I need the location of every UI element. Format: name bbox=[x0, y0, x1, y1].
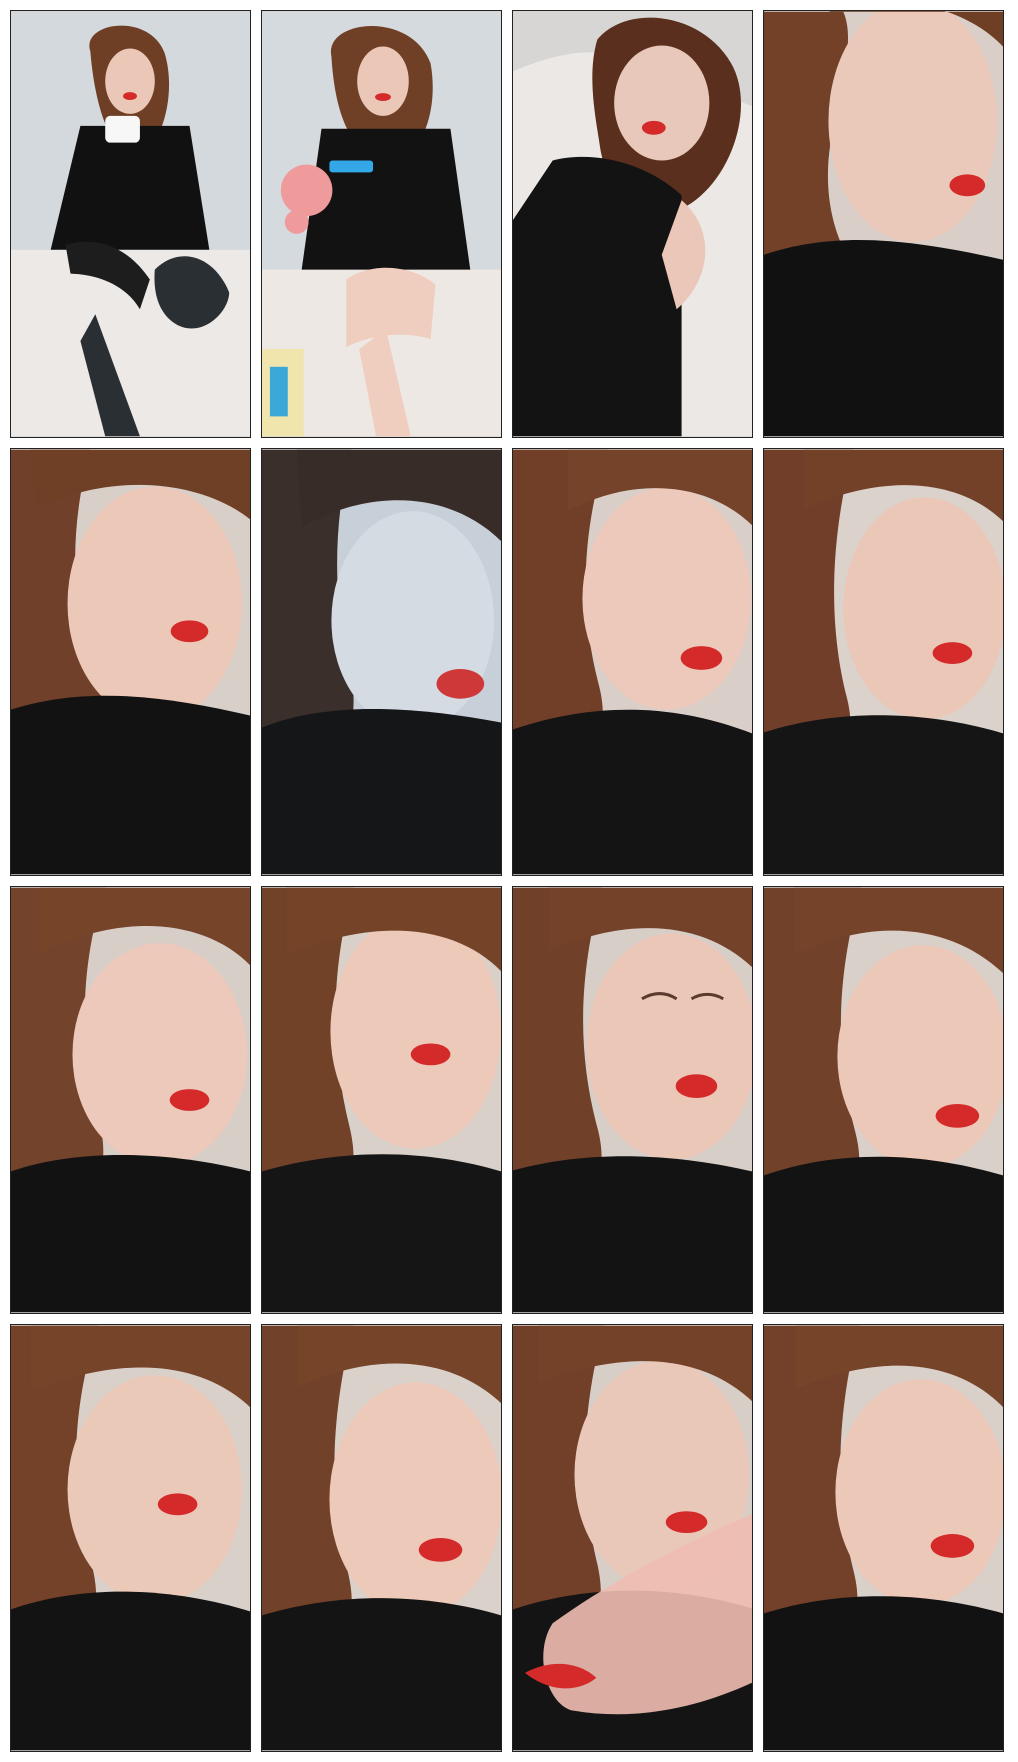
frame-04-image bbox=[764, 11, 1003, 437]
frame-13-image bbox=[11, 1325, 250, 1751]
frame-11 bbox=[512, 886, 753, 1314]
frame-05 bbox=[10, 448, 251, 876]
frame-10-image bbox=[262, 887, 501, 1313]
frame-12 bbox=[763, 886, 1004, 1314]
frame-03 bbox=[512, 10, 753, 438]
frame-01-image bbox=[11, 11, 250, 437]
frame-12-image bbox=[764, 887, 1003, 1313]
frame-07-image bbox=[513, 449, 752, 875]
frame-01 bbox=[10, 10, 251, 438]
frame-13 bbox=[10, 1324, 251, 1752]
frame-15-image bbox=[513, 1325, 752, 1751]
frame-14 bbox=[261, 1324, 502, 1752]
frame-16 bbox=[763, 1324, 1004, 1752]
frame-03-image bbox=[513, 11, 752, 437]
frame-06-image bbox=[262, 449, 501, 875]
frame-10 bbox=[261, 886, 502, 1314]
frame-06 bbox=[261, 448, 502, 876]
frame-04 bbox=[763, 10, 1004, 438]
frame-02-image bbox=[262, 11, 501, 437]
frame-08 bbox=[763, 448, 1004, 876]
frame-08-image bbox=[764, 449, 1003, 875]
frame-09-image bbox=[11, 887, 250, 1313]
frame-02 bbox=[261, 10, 502, 438]
thumbnail-grid bbox=[10, 10, 1008, 1752]
frame-15 bbox=[512, 1324, 753, 1752]
frame-09 bbox=[10, 886, 251, 1314]
frame-11-image bbox=[513, 887, 752, 1313]
contact-sheet bbox=[0, 0, 1018, 1762]
frame-14-image bbox=[262, 1325, 501, 1751]
frame-05-image bbox=[11, 449, 250, 875]
frame-16-image bbox=[764, 1325, 1003, 1751]
frame-07 bbox=[512, 448, 753, 876]
